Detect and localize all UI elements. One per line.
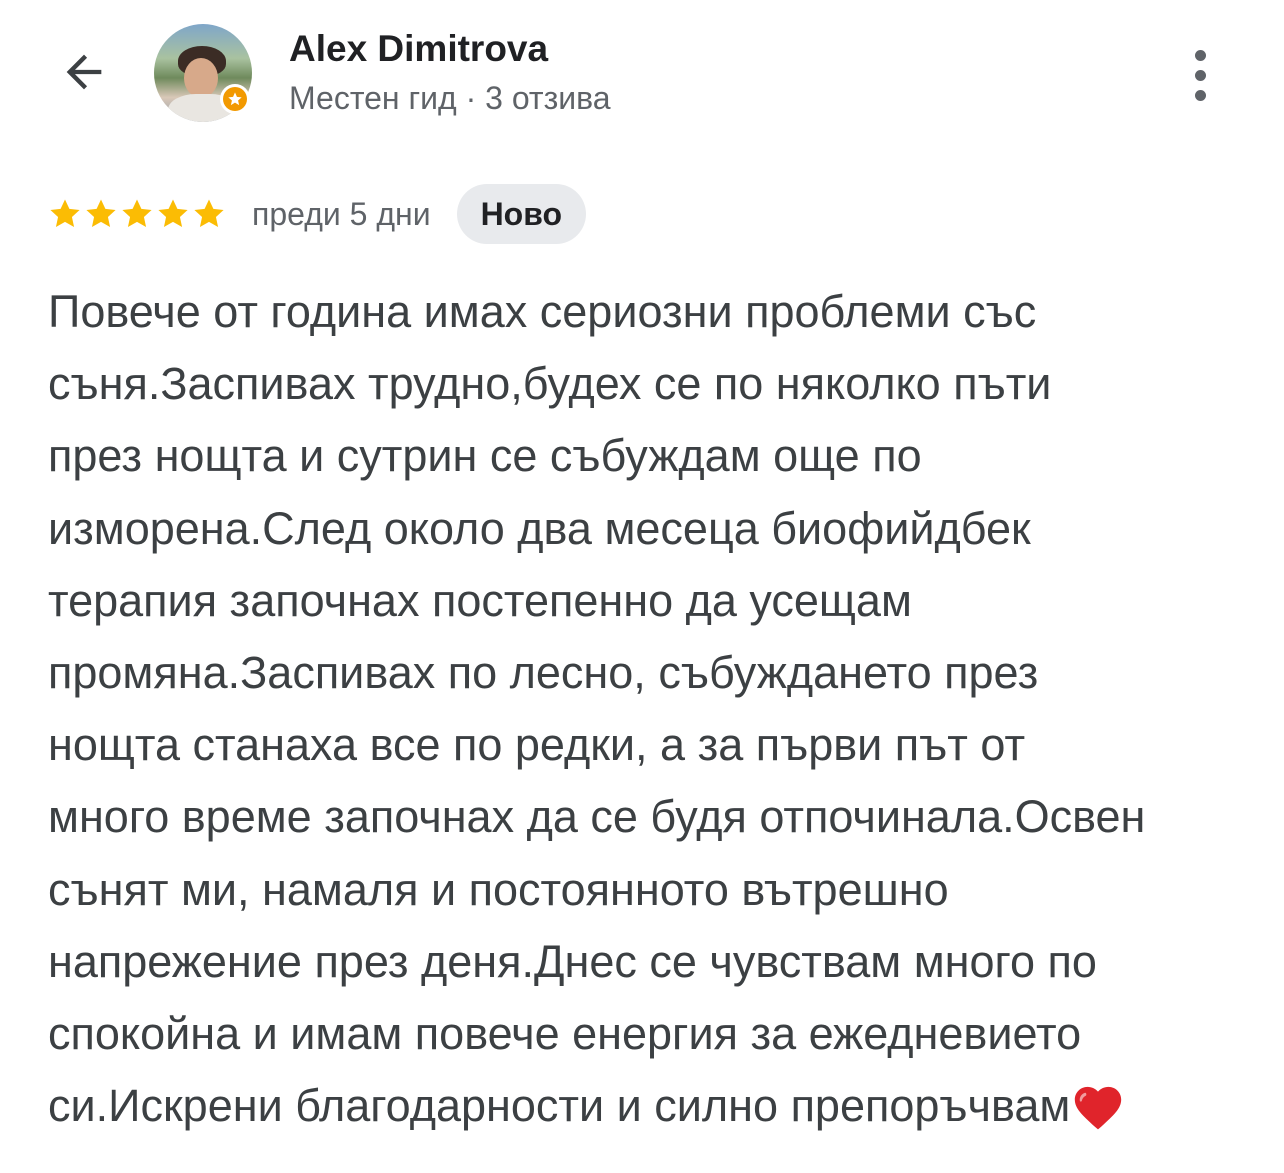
star-rating [48,197,226,231]
review-text-line: спокойна и имам повече енергия за ежедне… [48,1008,1082,1060]
review-text-line: сънят ми, намаля и постоянното вътрешно [48,863,949,915]
star-icon [122,199,152,228]
review-text-line: Повече от година имах сериозни проблеми … [48,286,1037,337]
review-time: преди 5 дни [252,195,431,232]
review-text-line: промяна.Заспивах по лесно, събуждането п… [48,647,1039,699]
new-badge: Ново [456,184,587,244]
review-header: Alex Dimitrova Местен гид · 3 отзива [0,0,1284,150]
avatar[interactable] [154,24,254,124]
review-text-line: нощта станаха все по редки, а за първи п… [48,719,1026,771]
heart-icon [1075,1087,1122,1130]
review-text-line: много време започнах да се будя отпочина… [48,791,1146,843]
star-icon [50,199,80,228]
review-text-line: през нощта и сутрин се събуждам още по [48,430,922,482]
more-vertical-icon [1194,49,1206,61]
arrow-back-icon [66,54,102,90]
local-guide-badge [220,84,250,114]
star-icon [86,199,116,228]
review-text-line: си.Искрени благодарности и силно препоръ… [48,1070,1248,1142]
star-icon [194,199,224,228]
star-icon [158,199,188,228]
reviewer-meta: Местен гид · 3 отзива [289,80,611,116]
rating-row: преди 5 дни Ново [48,184,587,244]
review-text-line: съня.Заспивах трудно,будех се по няколко… [48,358,1052,410]
review-text-line: терапия започнах постепенно да усещам [48,574,912,626]
review-text-line: напрежение през деня.Днес се чувствам мн… [48,935,1097,987]
back-button[interactable] [52,40,116,104]
local-guide-star-icon [228,92,242,106]
review-text-line: изморена.След около два месеца биофийдбе… [48,502,1031,554]
reviewer-name[interactable]: Alex Dimitrova [289,28,548,70]
review-text: Повече от година имах сериозни проблеми … [48,276,1248,1142]
more-options-button[interactable] [1176,40,1224,110]
